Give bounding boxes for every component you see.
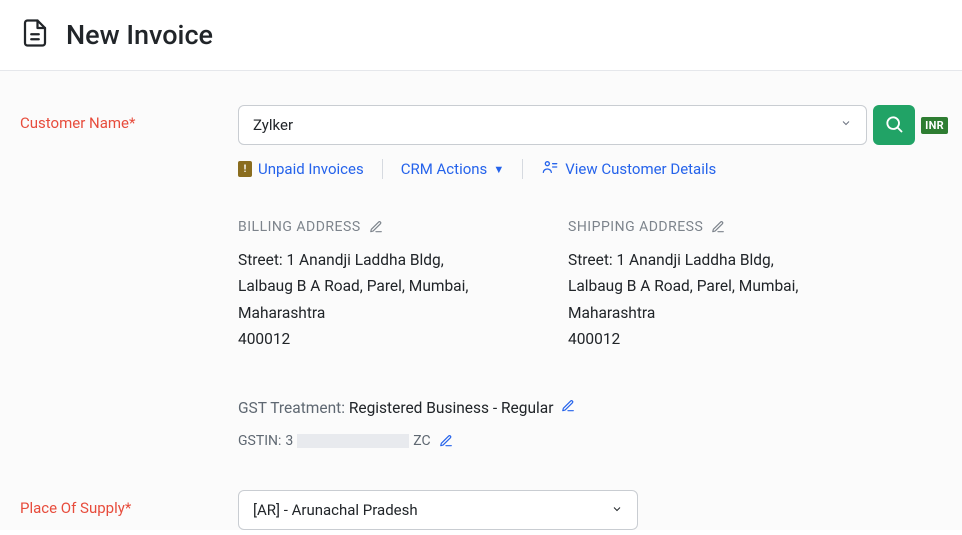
addresses-section: BILLING ADDRESS Street: 1 Anandji Laddha… — [238, 219, 948, 352]
gstin-masked-value — [297, 434, 409, 448]
caret-down-icon: ▼ — [493, 163, 504, 176]
page-title: New Invoice — [66, 19, 213, 51]
shipping-address-text: Street: 1 Anandji Laddha Bldg, Lalbaug B… — [568, 247, 838, 352]
customer-name-label: Customer Name* — [20, 114, 135, 132]
edit-gst-treatment-button[interactable] — [561, 399, 575, 413]
billing-line: 400012 — [238, 326, 508, 352]
place-of-supply-select[interactable]: [AR] - Arunachal Pradesh — [238, 490, 638, 530]
edit-gstin-button[interactable] — [439, 434, 453, 448]
shipping-line: Lalbaug B A Road, Parel, Mumbai, — [568, 273, 838, 299]
customer-name-row: Customer Name* Zylker INR — [20, 105, 948, 454]
billing-address-title: BILLING ADDRESS — [238, 219, 361, 235]
customer-name-value: Zylker — [253, 116, 293, 134]
view-customer-details-link[interactable]: View Customer Details — [523, 159, 734, 179]
gst-treatment-value: Registered Business - Regular — [349, 399, 554, 417]
gst-section: GST Treatment: Registered Business - Reg… — [238, 394, 948, 454]
unpaid-invoices-link[interactable]: ! Unpaid Invoices — [238, 160, 382, 178]
place-of-supply-value: [AR] - Arunachal Pradesh — [253, 501, 418, 519]
unpaid-invoices-label: Unpaid Invoices — [258, 160, 364, 178]
place-of-supply-label: Place Of Supply* — [20, 499, 131, 517]
gst-treatment-row: GST Treatment: Registered Business - Reg… — [238, 394, 948, 423]
view-customer-details-label: View Customer Details — [565, 160, 716, 178]
billing-line: Lalbaug B A Road, Parel, Mumbai, — [238, 273, 508, 299]
crm-actions-label: CRM Actions — [401, 160, 488, 178]
invoice-file-icon — [20, 18, 50, 52]
shipping-line: 400012 — [568, 326, 838, 352]
gstin-prefix: 3 — [285, 428, 293, 455]
chevron-down-icon — [840, 117, 852, 133]
gstin-suffix: ZC — [413, 428, 430, 455]
currency-badge: INR — [921, 117, 948, 134]
billing-line: Street: 1 Anandji Laddha Bldg, — [238, 247, 508, 273]
edit-billing-button[interactable] — [369, 220, 383, 234]
form-content: Customer Name* Zylker INR — [0, 71, 962, 530]
gst-treatment-label: GST Treatment: — [238, 399, 349, 417]
place-of-supply-row: Place Of Supply* [AR] - Arunachal Prades… — [20, 490, 948, 530]
customer-link-bar: ! Unpaid Invoices CRM Actions ▼ View Cus… — [238, 159, 948, 179]
customer-name-select[interactable]: Zylker — [238, 105, 867, 145]
warning-icon: ! — [238, 161, 252, 177]
crm-actions-dropdown[interactable]: CRM Actions ▼ — [383, 160, 523, 178]
search-icon — [884, 114, 904, 137]
chevron-down-icon — [611, 501, 623, 519]
billing-line: Maharashtra — [238, 300, 508, 326]
customer-search-button[interactable] — [873, 105, 915, 145]
edit-shipping-button[interactable] — [711, 220, 725, 234]
gstin-label: GSTIN: — [238, 428, 281, 455]
shipping-line: Maharashtra — [568, 300, 838, 326]
shipping-address-title: SHIPPING ADDRESS — [568, 219, 703, 235]
page-header: New Invoice — [0, 0, 962, 71]
shipping-address-block: SHIPPING ADDRESS Street: 1 Anandji Laddh… — [568, 219, 838, 352]
billing-address-text: Street: 1 Anandji Laddha Bldg, Lalbaug B… — [238, 247, 508, 352]
gstin-row: GSTIN: 3 ZC — [238, 428, 948, 455]
user-details-icon — [541, 159, 559, 179]
shipping-line: Street: 1 Anandji Laddha Bldg, — [568, 247, 838, 273]
billing-address-block: BILLING ADDRESS Street: 1 Anandji Laddha… — [238, 219, 508, 352]
